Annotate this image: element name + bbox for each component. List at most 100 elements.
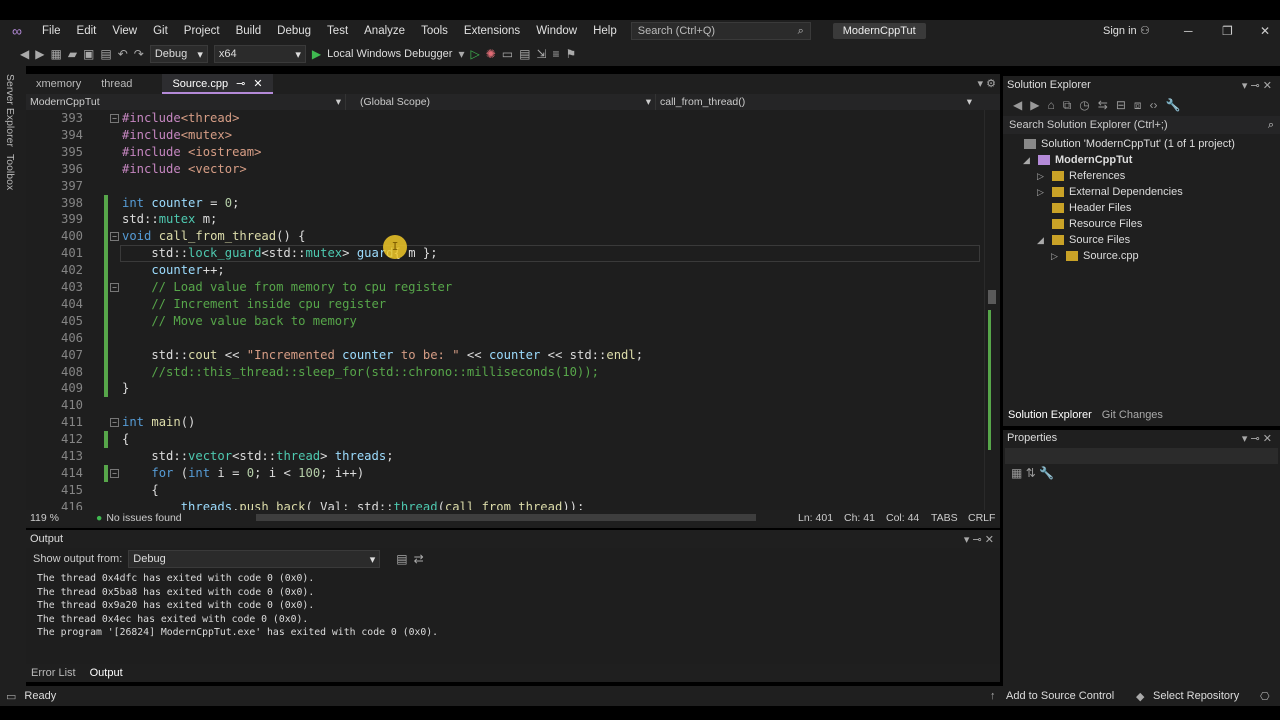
code-line[interactable]: 395 #include <iostream>	[26, 144, 986, 161]
account-icon[interactable]: ⚇	[1140, 20, 1150, 42]
tab-thread[interactable]: thread	[91, 74, 162, 94]
menu-test[interactable]: Test	[319, 20, 356, 42]
code-line[interactable]: 406	[26, 329, 986, 347]
tab-xmemory[interactable]: xmemory	[26, 74, 91, 94]
code-line[interactable]: 408 //std::this_thread::sleep_for(std::c…	[26, 363, 986, 381]
menu-tools[interactable]: Tools	[413, 20, 456, 42]
tree-node[interactable]: Solution 'ModernCppTut' (1 of 1 project)	[1003, 136, 1280, 152]
menu-window[interactable]: Window	[528, 20, 585, 42]
tabs-mode[interactable]: TABS	[931, 512, 958, 524]
code-editor[interactable]: 393− #include<thread> 394 #include<mutex> 39…	[26, 110, 1000, 510]
forward-icon[interactable]: ▶	[1030, 98, 1039, 112]
menu-project[interactable]: Project	[176, 20, 228, 42]
code-line[interactable]: 414 − for (int i = 0; i < 100; i++)	[26, 464, 986, 482]
code-line[interactable]: 401 std::lock_guard<std::mutex> guard{ m…	[26, 245, 986, 263]
menu-extensions[interactable]: Extensions	[456, 20, 528, 42]
platform-dropdown[interactable]: x64 ▾	[213, 45, 306, 63]
categorized-icon[interactable]: ▦	[1011, 466, 1022, 480]
back-icon[interactable]: ◀	[20, 47, 29, 61]
code-line[interactable]: 412 {	[26, 431, 986, 449]
scope-dropdown[interactable]: (Global Scope) ▾	[346, 94, 656, 110]
chevron-down-icon[interactable]: ▾	[458, 47, 464, 61]
eol-mode[interactable]: CRLF	[968, 512, 995, 524]
project-dropdown[interactable]: ModernCppTut ▾	[26, 94, 346, 110]
code-line[interactable]: 413 std::vector<std::thread> threads;	[26, 448, 986, 465]
sign-in-link[interactable]: Sign in	[1103, 20, 1137, 42]
add-to-source-control[interactable]: Add to Source Control	[1006, 690, 1114, 702]
configuration-dropdown[interactable]: Debug ▾	[149, 45, 208, 63]
tab-overflow-icon[interactable]: ▾ ⚙	[978, 74, 1000, 94]
code-line[interactable]: 394 #include<mutex>	[26, 127, 986, 144]
code-line[interactable]: 393 − #include<thread>	[26, 110, 986, 127]
expand-arrow-icon[interactable]: ◢	[1037, 232, 1047, 248]
word-wrap-icon[interactable]: ⇄	[414, 552, 424, 566]
menu-help[interactable]: Help	[585, 20, 625, 42]
code-line[interactable]: 403 − // Load value from memory to cpu re…	[26, 279, 986, 296]
code-line[interactable]: 398 int counter = 0;	[26, 194, 986, 212]
pin-icon[interactable]: ⊸	[236, 74, 245, 92]
bookmark-icon[interactable]: ⚑	[566, 47, 577, 61]
code-icon[interactable]: ‹›	[1150, 98, 1158, 112]
undo-icon[interactable]: ↶	[118, 47, 128, 61]
layout-icon[interactable]: ▤	[519, 47, 530, 61]
zoom-level[interactable]: 119 %	[26, 512, 86, 524]
menu-analyze[interactable]: Analyze	[356, 20, 413, 42]
code-line[interactable]: 400 − void call_from_thread() {	[26, 228, 986, 246]
server-explorer-tab[interactable]: Server Explorer	[4, 74, 16, 147]
tab-source-cpp[interactable]: Source.cpp ⊸ ✕	[162, 74, 273, 94]
show-all-icon[interactable]: ⧈	[1134, 98, 1142, 113]
new-item-icon[interactable]: ▦	[50, 47, 61, 61]
sync-icon[interactable]: ⇆	[1098, 98, 1108, 112]
tree-node[interactable]: ▷ External Dependencies	[1003, 184, 1280, 200]
fold-toggle-icon[interactable]: −	[110, 418, 119, 428]
forward-icon[interactable]: ▶	[35, 47, 44, 61]
output-source-dropdown[interactable]: Debug ▾	[128, 550, 381, 568]
debugger-button[interactable]: Local Windows Debugger	[327, 48, 452, 60]
save-icon[interactable]: ▣	[83, 47, 94, 61]
select-repository[interactable]: Select Repository	[1153, 690, 1239, 702]
code-line[interactable]: 411 − int main()	[26, 414, 986, 431]
panel-controls-icon[interactable]: ▾ ⊸ ✕	[1242, 432, 1272, 445]
tab-output[interactable]: Output	[90, 667, 123, 679]
fold-toggle-icon[interactable]: −	[110, 283, 119, 292]
issues-text[interactable]: No issues found	[106, 512, 181, 524]
align-icon[interactable]: ≡	[553, 47, 560, 61]
hot-reload-icon[interactable]: ✺	[486, 47, 496, 61]
code-line[interactable]: 397	[26, 178, 986, 195]
fold-toggle-icon[interactable]: −	[110, 114, 119, 123]
home-icon[interactable]: ⌂	[1047, 98, 1054, 112]
start-without-debugging-icon[interactable]: ▷	[470, 47, 479, 61]
notifications-icon[interactable]: ⎔	[1260, 690, 1270, 703]
clear-all-icon[interactable]: ▤	[396, 552, 407, 566]
toolbox-tab[interactable]: Toolbox	[4, 154, 16, 190]
code-line[interactable]: 404 // Increment inside cpu register	[26, 295, 986, 313]
properties-object-dropdown[interactable]	[1005, 448, 1278, 464]
open-folder-icon[interactable]: ▰	[68, 47, 77, 61]
solution-search-input[interactable]: Search Solution Explorer (Ctrl+;) ⌕	[1003, 116, 1280, 134]
expand-arrow-icon[interactable]: ▷	[1037, 184, 1047, 200]
code-line[interactable]: 415 {	[26, 482, 986, 499]
back-icon[interactable]: ◀	[1013, 98, 1022, 112]
menu-debug[interactable]: Debug	[269, 20, 319, 42]
vertical-scrollbar[interactable]	[984, 110, 998, 510]
fold-toggle-icon[interactable]: −	[110, 232, 119, 242]
tab-error-list[interactable]: Error List	[31, 667, 76, 679]
collapse-icon[interactable]: ⊟	[1116, 98, 1126, 112]
menu-git[interactable]: Git	[145, 20, 176, 42]
menu-file[interactable]: File	[34, 20, 69, 42]
switch-views-icon[interactable]: ⧉	[1063, 98, 1072, 113]
maximize-icon[interactable]: ❐	[1222, 20, 1233, 42]
tree-node[interactable]: ▷ References	[1003, 168, 1280, 184]
panel-controls-icon[interactable]: ▾ ⊸ ✕	[964, 533, 1000, 546]
expand-arrow-icon[interactable]: ▷	[1051, 248, 1061, 264]
properties-icon[interactable]: 🔧	[1166, 98, 1181, 112]
expand-arrow-icon[interactable]: ▷	[1037, 168, 1047, 184]
history-icon[interactable]: ◷	[1079, 98, 1089, 112]
code-line[interactable]: 402 counter++;	[26, 262, 986, 280]
visual-studio-logo-icon[interactable]: ∞	[0, 23, 34, 39]
code-line[interactable]: 405 // Move value back to memory	[26, 312, 986, 330]
property-pages-icon[interactable]: 🔧	[1039, 466, 1054, 480]
function-dropdown[interactable]: call_from_thread() ▾	[656, 94, 976, 110]
code-line[interactable]: 416 threads.push_back( Val: std::thread(…	[26, 499, 986, 510]
menu-edit[interactable]: Edit	[69, 20, 105, 42]
